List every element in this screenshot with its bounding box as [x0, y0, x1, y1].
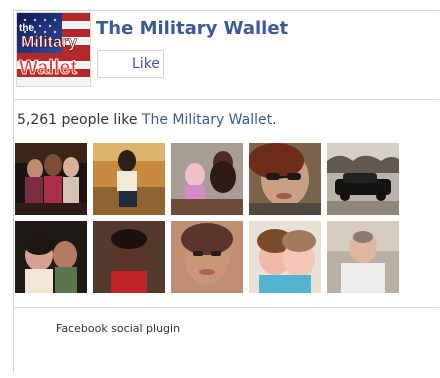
fan-face-3[interactable] — [171, 143, 243, 215]
like-summary-page-link[interactable]: The Military Wallet — [142, 112, 272, 128]
svg-text:Military: Military — [21, 34, 77, 51]
fan-face-4[interactable] — [249, 143, 321, 215]
fan-faces-grid — [15, 143, 405, 297]
svg-text:the: the — [19, 23, 34, 34]
fan-face-1[interactable] — [15, 143, 87, 215]
like-summary: 5,261 people like The Military Wallet. — [17, 111, 422, 129]
like-summary-count: 5,261 people like — [17, 112, 142, 128]
top-divider — [13, 99, 439, 100]
fan-face-8[interactable] — [171, 221, 243, 293]
fan-face-10[interactable] — [327, 221, 399, 293]
svg-text:Wallet: Wallet — [19, 57, 77, 79]
like-button-label: Like — [132, 56, 160, 72]
fan-face-2[interactable] — [93, 143, 165, 215]
bottom-divider — [13, 307, 439, 308]
fan-face-5[interactable] — [327, 143, 399, 215]
page-logo-image[interactable]: the Military Wallet — [16, 12, 91, 87]
fan-face-9[interactable] — [249, 221, 321, 293]
facebook-social-plugin-footer: Facebook social plugin — [56, 322, 181, 335]
like-button[interactable]: Like — [97, 50, 164, 78]
page-title-link[interactable]: The Military Wallet — [96, 18, 288, 40]
fan-face-7[interactable] — [93, 221, 165, 293]
page-header: the Military Wallet The Military Wallet … — [16, 12, 411, 90]
like-summary-period: . — [272, 112, 277, 128]
fan-face-6[interactable] — [15, 221, 87, 293]
